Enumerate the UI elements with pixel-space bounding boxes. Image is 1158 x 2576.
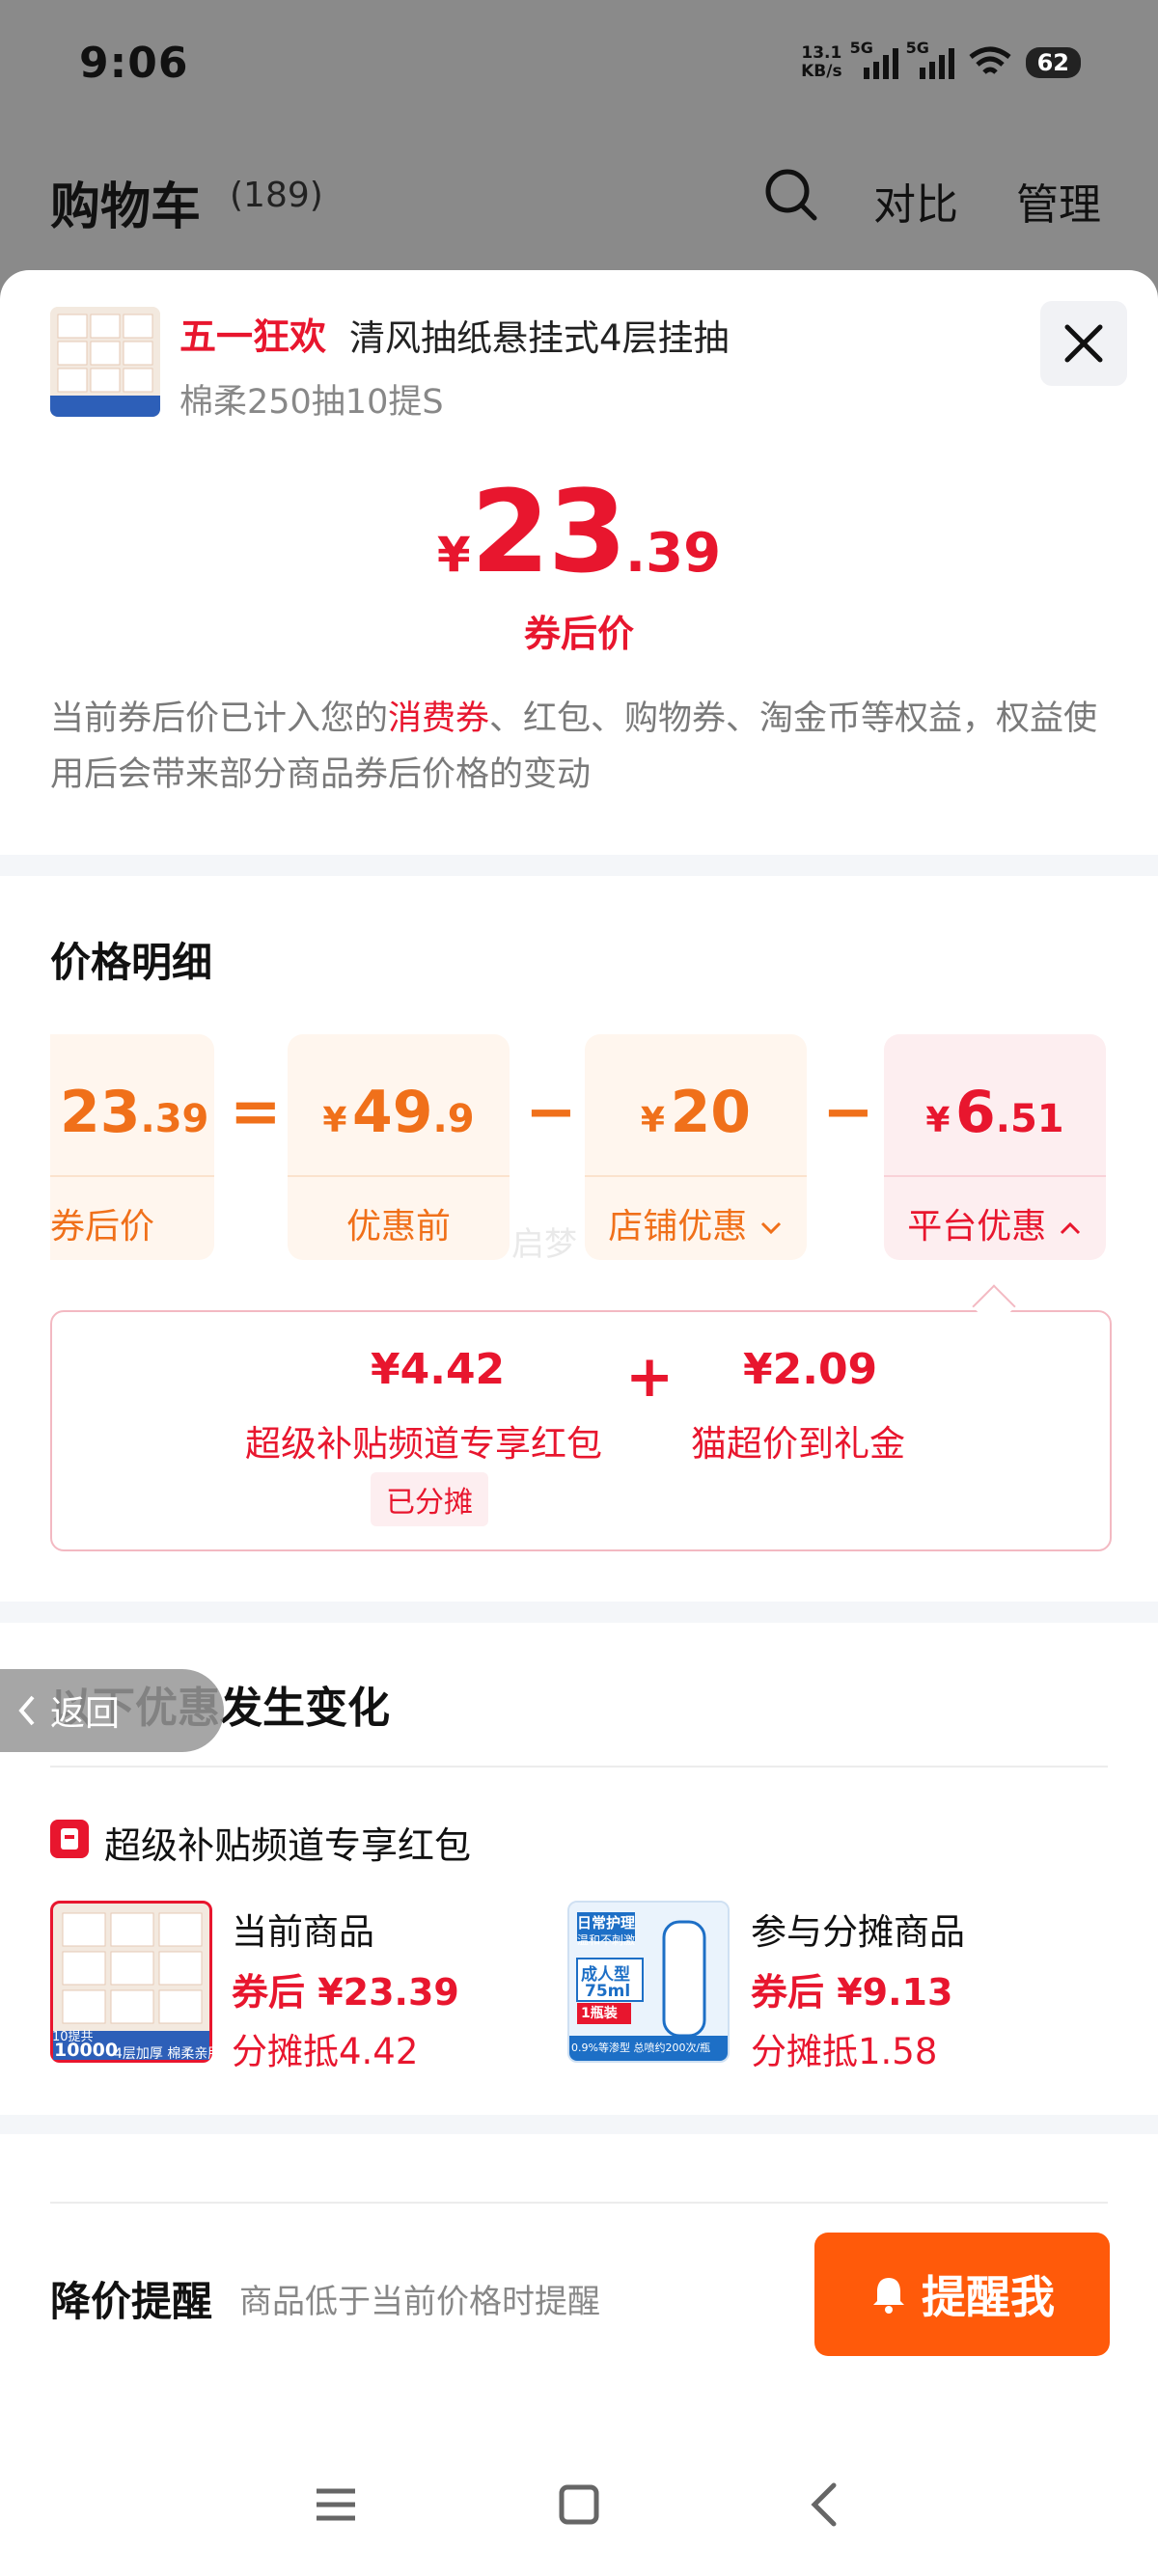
equals-sign: = bbox=[230, 1077, 282, 1148]
remind-me-button[interactable]: 提醒我 bbox=[814, 2233, 1110, 2356]
shared-img-foot: 0.9%等渗型 总喷约200次/瓶 bbox=[571, 2042, 711, 2054]
wifi-icon bbox=[969, 46, 1011, 74]
signal-icon: 5G bbox=[906, 39, 954, 79]
shared-img-vol: 75ml bbox=[585, 1982, 631, 2001]
section-divider bbox=[0, 855, 1158, 876]
home-icon[interactable] bbox=[550, 2476, 608, 2534]
product-thumbnail bbox=[50, 307, 160, 417]
signal-icon: 5G bbox=[850, 39, 898, 79]
final-price: ¥23.39 bbox=[436, 465, 722, 598]
shared-product-price: 券后 ¥9.13 bbox=[751, 1971, 953, 2014]
store-discount-box[interactable]: ¥ 20 店铺优惠 bbox=[585, 1034, 807, 1260]
section-divider bbox=[0, 2115, 1158, 2134]
battery-icon: 62 bbox=[1025, 47, 1081, 78]
gift-name: 猫超价到礼金 bbox=[691, 1423, 905, 1465]
product-name: 清风抽纸悬挂式4层挂抽 bbox=[349, 317, 730, 359]
status-icons: 13.1 KB/s 5G 5G 62 bbox=[801, 39, 1081, 81]
chevron-down-icon bbox=[760, 1221, 781, 1235]
shared-product-share: 分摊抵1.58 bbox=[751, 2031, 938, 2072]
current-product-price: 券后 ¥23.39 bbox=[232, 1971, 459, 2014]
shared-img-top: 日常护理 bbox=[577, 1914, 636, 1932]
watermark: 启梦 bbox=[511, 1225, 577, 1264]
divider-line bbox=[50, 2202, 1108, 2204]
compare-button[interactable]: 对比 bbox=[873, 170, 958, 232]
consumer-coupon-link: 消费券 bbox=[388, 699, 490, 738]
minus-sign: − bbox=[525, 1077, 577, 1148]
reminder-description: 商品低于当前价格时提醒 bbox=[239, 2283, 600, 2321]
platform-discount-box[interactable]: ¥ 6.51 平台优惠 bbox=[884, 1034, 1106, 1260]
plus-sign: + bbox=[625, 1343, 675, 1411]
red-packet-icon bbox=[50, 1820, 89, 1858]
cart-count: (189) bbox=[230, 176, 323, 215]
section-divider bbox=[0, 1602, 1158, 1623]
price-notice: 当前券后价已计入您的消费券、红包、购物券、淘金币等权益，权益使用后会带来部分商品… bbox=[50, 699, 1098, 794]
subsidy-name: 超级补贴频道专享红包 bbox=[245, 1423, 602, 1465]
subsidy-amount: ¥4.42 bbox=[371, 1345, 506, 1394]
close-button[interactable] bbox=[1040, 301, 1127, 386]
before-discount-box: ¥ 49.9 优惠前 bbox=[288, 1034, 510, 1260]
chevron-left-icon[interactable] bbox=[12, 1691, 41, 1730]
bell-icon[interactable] bbox=[869, 2274, 908, 2315]
minus-sign: − bbox=[822, 1077, 874, 1148]
product-spec: 棉柔250抽10提S bbox=[179, 383, 444, 422]
back-nav-icon[interactable] bbox=[797, 2476, 855, 2534]
status-time: 9:06 bbox=[79, 39, 189, 88]
product-badge-num: 10000 bbox=[54, 2040, 119, 2061]
close-icon[interactable] bbox=[1040, 301, 1127, 386]
back-button[interactable]: 返回 bbox=[0, 1669, 224, 1752]
reminder-title: 降价提醒 bbox=[50, 2278, 213, 2325]
chevron-up-icon bbox=[1060, 1221, 1080, 1235]
shared-badge: 已分摊 bbox=[371, 1472, 488, 1526]
net-speed: 13.1 KB/s bbox=[801, 43, 842, 81]
shared-product-label: 参与分摊商品 bbox=[751, 1911, 965, 1953]
current-product-label: 当前商品 bbox=[232, 1911, 374, 1953]
promo-tag: 五一狂欢 bbox=[179, 315, 327, 358]
after-coupon-box: 23.39 券后价 bbox=[50, 1034, 214, 1260]
menu-icon[interactable] bbox=[307, 2476, 365, 2534]
current-product-share: 分摊抵4.42 bbox=[232, 2031, 419, 2072]
red-packet-title: 超级补贴频道专享红包 bbox=[104, 1824, 472, 1867]
divider-line bbox=[50, 1766, 1108, 1768]
cart-title: 购物车 bbox=[50, 178, 202, 236]
shared-img-sub: 温和不刺激 bbox=[577, 1933, 636, 1947]
section-title-price-detail: 价格明细 bbox=[50, 939, 213, 986]
final-price-label: 券后价 bbox=[523, 613, 634, 655]
shared-img-pack: 1瓶装 bbox=[581, 2006, 618, 2021]
manage-button[interactable]: 管理 bbox=[1016, 170, 1101, 232]
search-icon[interactable] bbox=[762, 166, 820, 224]
product-badge-text: 4层加厚 棉柔亲肤 bbox=[114, 2046, 222, 2062]
gift-amount: ¥2.09 bbox=[743, 1345, 878, 1394]
